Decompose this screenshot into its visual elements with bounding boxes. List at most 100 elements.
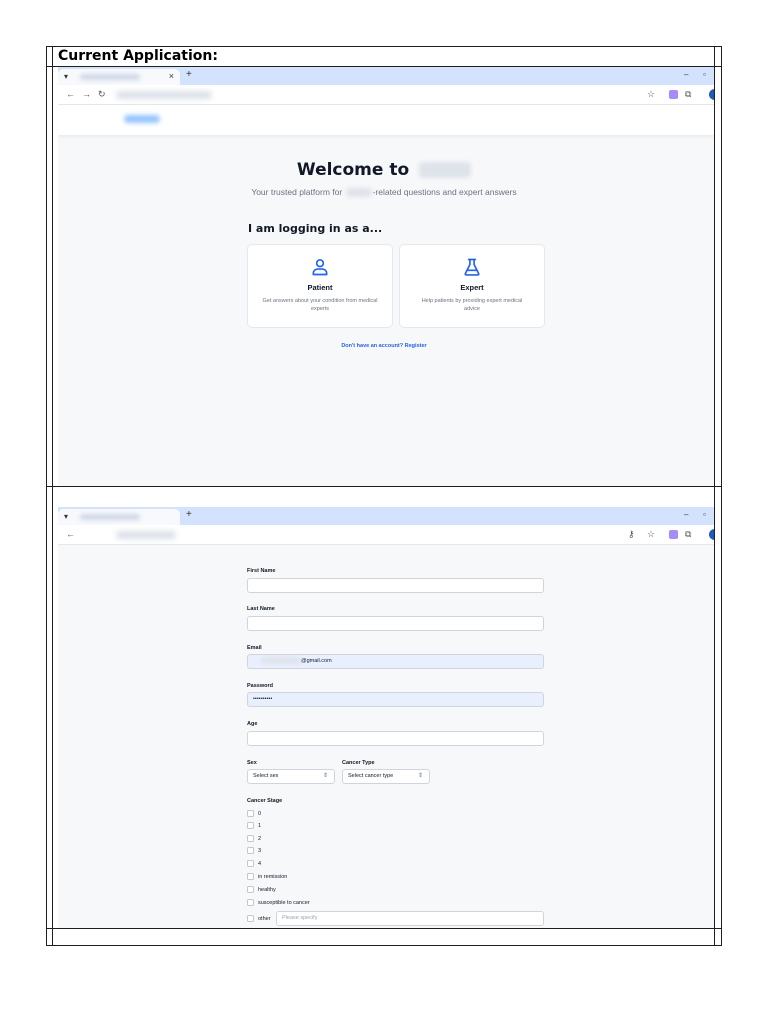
stage-option-2[interactable]: 2 <box>247 835 261 843</box>
back-arrow-icon-2[interactable]: ← <box>66 529 75 539</box>
stage-option-label: 0 <box>258 811 262 817</box>
stage-option-label: healthy <box>258 887 276 893</box>
extension-icon[interactable] <box>669 90 678 99</box>
browser-tabstrip-2: ▾ + – ▫ <box>58 507 714 525</box>
stage-checkbox[interactable] <box>247 847 254 855</box>
url-redacted[interactable] <box>116 91 212 99</box>
last-name-input[interactable] <box>247 616 544 631</box>
other-specify-input[interactable]: Please specify <box>276 911 544 926</box>
patient-card-title: Patient <box>307 283 333 292</box>
stage-checkbox[interactable] <box>247 860 254 868</box>
forward-arrow-icon[interactable]: → <box>82 89 91 99</box>
stage-option-label: 4 <box>258 861 262 867</box>
stage-checkbox[interactable] <box>247 873 254 881</box>
stage-option-in-remission[interactable]: in remission <box>247 873 287 881</box>
sex-label: Sex <box>247 760 257 766</box>
extension-icon-2[interactable] <box>669 530 678 539</box>
register-link[interactable]: Don't have an account? Register <box>0 343 768 349</box>
login-as-heading: I am logging in as a... <box>248 222 383 235</box>
screenshot-divider <box>46 486 722 487</box>
email-input[interactable]: @gmail.com <box>247 654 544 669</box>
tab-dropdown-icon-2[interactable]: ▾ <box>64 512 68 521</box>
stage-checkbox[interactable] <box>247 899 254 907</box>
stage-option-label: susceptible to cancer <box>258 900 310 906</box>
welcome-title: Welcome to <box>0 160 768 180</box>
stage-checkbox[interactable] <box>247 886 254 894</box>
stage-option-1[interactable]: 1 <box>247 822 261 830</box>
address-bar-2: ← ⚷ ☆ ⧉ <box>58 525 714 545</box>
stage-option-susceptible[interactable]: susceptible to cancer <box>247 899 310 907</box>
maximize-icon[interactable]: ▫ <box>703 70 706 79</box>
patient-card-description: Get answers about your condition from me… <box>262 298 378 312</box>
extensions-puzzle-icon-2[interactable]: ⧉ <box>685 529 691 540</box>
stage-checkbox[interactable] <box>247 915 254 923</box>
first-name-input[interactable] <box>247 578 544 593</box>
welcome-title-text: Welcome to <box>296 160 410 180</box>
stage-option-label: 2 <box>258 836 262 842</box>
email-label: Email <box>247 645 262 651</box>
stage-option-3[interactable]: 3 <box>247 847 261 855</box>
expert-card-title: Expert <box>460 283 484 292</box>
password-label: Password <box>247 683 273 689</box>
stage-checkbox[interactable] <box>247 835 254 843</box>
caption: Current Application: <box>58 48 218 64</box>
stage-option-label: 1 <box>258 823 262 829</box>
tab-close-icon[interactable]: × <box>169 71 174 81</box>
stage-option-4[interactable]: 4 <box>247 860 261 868</box>
welcome-subtitle: Your trusted platform for -related quest… <box>0 187 768 198</box>
frame-inner-border-left <box>52 46 53 946</box>
star-icon[interactable]: ☆ <box>647 89 655 100</box>
minimize-icon[interactable]: – <box>684 70 688 79</box>
user-icon <box>312 259 328 276</box>
browser-tab[interactable]: ▾ × <box>58 69 180 85</box>
star-icon-2[interactable]: ☆ <box>647 529 655 540</box>
age-label: Age <box>247 721 258 727</box>
stage-checkbox[interactable] <box>247 822 254 830</box>
minimize-icon-2[interactable]: – <box>684 510 688 519</box>
stage-option-other[interactable]: other <box>247 915 271 923</box>
stage-checkbox[interactable] <box>247 810 254 818</box>
password-key-icon[interactable]: ⚷ <box>628 529 635 540</box>
tab-dropdown-icon[interactable]: ▾ <box>64 72 68 81</box>
browser-tabstrip: ▾ × + – ▫ <box>58 67 714 85</box>
patient-card[interactable]: Patient Get answers about your condition… <box>247 244 393 328</box>
app-header <box>58 105 714 135</box>
tab-title-redacted-2 <box>80 514 140 520</box>
email-user-redacted <box>261 657 301 665</box>
frame-inner-border-right <box>714 46 715 946</box>
brand-name-redacted <box>419 162 472 178</box>
back-arrow-icon[interactable]: ← <box>66 89 75 99</box>
register-screenshot: ▾ + – ▫ ← ⚷ ☆ ⧉ <box>58 507 714 928</box>
extensions-puzzle-icon[interactable]: ⧉ <box>685 89 691 100</box>
profile-avatar[interactable] <box>709 89 714 100</box>
cancer-stage-label: Cancer Stage <box>247 798 283 804</box>
email-domain: @gmail.com <box>301 658 332 664</box>
expert-card[interactable]: Expert Help patients by providing expert… <box>399 244 545 328</box>
password-input[interactable]: •••••••••• <box>247 692 544 707</box>
browser-tab-2[interactable]: ▾ <box>58 509 180 525</box>
brand-logo-redacted[interactable] <box>124 115 160 123</box>
expert-card-description: Help patients by providing expert medica… <box>421 298 523 312</box>
flask-icon <box>464 258 480 276</box>
address-bar: ← → ↻ ☆ ⧉ <box>58 85 714 105</box>
profile-avatar-2[interactable] <box>709 529 714 540</box>
reload-icon[interactable]: ↻ <box>98 89 106 100</box>
sex-select[interactable]: Select sex ⇕ <box>247 769 335 784</box>
stage-option-0[interactable]: 0 <box>247 810 261 818</box>
age-input[interactable] <box>247 731 544 746</box>
cancer-type-select-value: Select cancer type <box>348 773 394 779</box>
sex-select-value: Select sex <box>253 773 279 779</box>
new-tab-icon-2[interactable]: + <box>186 509 192 520</box>
last-name-label: Last Name <box>247 606 275 612</box>
cancer-type-select[interactable]: Select cancer type ⇕ <box>342 769 430 784</box>
stage-option-healthy[interactable]: healthy <box>247 886 276 894</box>
subtitle-prefix: Your trusted platform for <box>251 187 343 197</box>
bottom-divider <box>46 928 722 929</box>
maximize-icon-2[interactable]: ▫ <box>703 510 706 519</box>
tab-title-redacted <box>80 74 140 80</box>
condition-redacted <box>345 188 372 198</box>
url-redacted-2[interactable] <box>116 531 176 539</box>
new-tab-icon[interactable]: + <box>186 69 192 80</box>
stage-option-label: 3 <box>258 848 262 854</box>
stage-option-label: other <box>258 916 271 922</box>
